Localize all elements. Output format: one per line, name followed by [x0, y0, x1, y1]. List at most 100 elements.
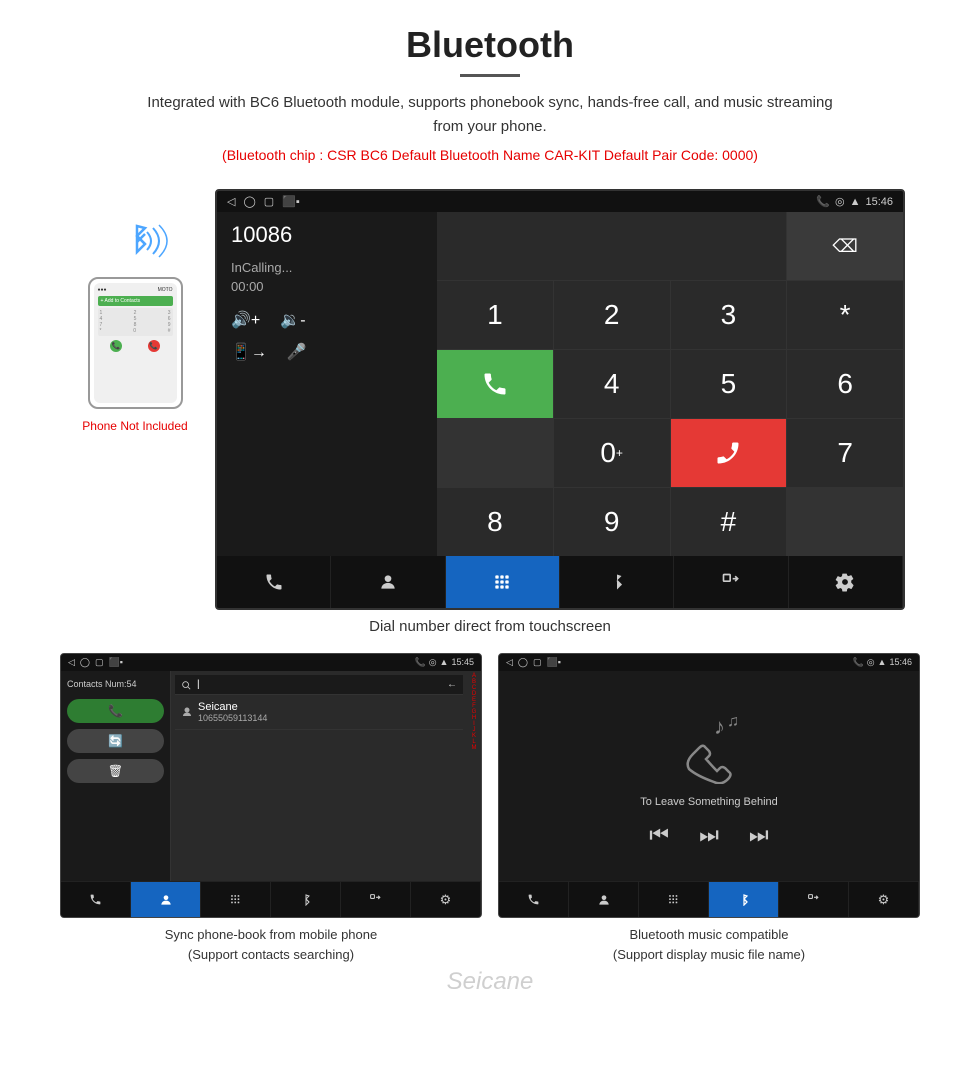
wifi-status-icon: ▲ [850, 196, 861, 208]
dialpad-key-0plus[interactable]: 0+ [554, 419, 670, 487]
dialpad-area: 10086 InCalling... 00:00 🔊+ 🔉- 📱→ 🎤 ⌫ 1 [217, 212, 903, 556]
music-back-icon: ◁ [506, 657, 513, 668]
dialpad-key-star[interactable]: * [787, 281, 903, 349]
main-car-screen: ◁ ◯ ▢ ⬛▪ 📞 ◎ ▲ 15:46 10086 InCalling... … [215, 189, 905, 610]
number-display-field [437, 212, 786, 280]
bottom-contacts-btn[interactable] [331, 556, 445, 608]
music-icon-area: ♪ ♫ [669, 714, 749, 784]
music-wifi-icon: ▲ [878, 657, 887, 668]
contacts-screen-wrap: ◁ ◯ ▢ ⬛▪ 📞 ◎ ▲ 15:45 Contacts Num:54 📞 [60, 653, 482, 964]
contacts-bottom-dialpad[interactable] [201, 882, 271, 917]
svg-text:♪: ♪ [714, 714, 725, 739]
home-nav-icon: ◯ [243, 195, 255, 208]
contacts-time: 15:45 [451, 657, 474, 668]
music-playback-controls: ⏮ ⏭ ⏭ [649, 822, 768, 848]
bottom-transfer-btn[interactable] [674, 556, 788, 608]
play-pause-button[interactable]: ⏭ [699, 822, 719, 848]
phone-status-icon: 📞 [816, 195, 830, 208]
contacts-back-icon: ◁ [68, 657, 75, 668]
volume-up-button[interactable]: 🔊+ [231, 310, 260, 330]
status-left: ◁ ◯ ▢ ⬛▪ [227, 195, 300, 208]
contacts-phone-icon: 📞 [414, 657, 425, 668]
contacts-search-bar: | ← [175, 675, 463, 695]
car-bottom-bar [217, 556, 903, 608]
seicane-watermark: Seicane [0, 964, 980, 1004]
contacts-car-screen: ◁ ◯ ▢ ⬛▪ 📞 ◎ ▲ 15:45 Contacts Num:54 📞 [60, 653, 482, 918]
main-caption: Dial number direct from touchscreen [0, 610, 980, 649]
end-call-button[interactable] [671, 419, 787, 487]
music-home-icon: ◯ [518, 657, 528, 668]
mute-button[interactable]: 🎤 [287, 342, 307, 362]
music-bottom-transfer[interactable] [779, 882, 849, 917]
search-cursor: | [197, 679, 200, 690]
call-button[interactable] [437, 350, 553, 418]
contacts-bottom-transfer[interactable] [341, 882, 411, 917]
music-time: 15:46 [889, 657, 912, 668]
music-caption: Bluetooth music compatible (Support disp… [613, 925, 805, 964]
dialpad-key-6[interactable]: 6 [787, 350, 903, 418]
contacts-bottom-settings[interactable]: ⚙ [411, 882, 481, 917]
page-specs: (Bluetooth chip : CSR BC6 Default Blueto… [40, 147, 940, 163]
contacts-wifi-icon: ▲ [440, 657, 449, 668]
dialpad-key-5[interactable]: 5 [671, 350, 787, 418]
contacts-notif-icon: ⬛▪ [109, 657, 123, 668]
recents-nav-icon: ▢ [264, 195, 274, 208]
contacts-status-bar: ◁ ◯ ▢ ⬛▪ 📞 ◎ ▲ 15:45 [61, 654, 481, 671]
bottom-dialpad-btn[interactable] [446, 556, 560, 608]
contacts-bottom-contacts[interactable] [131, 882, 201, 917]
music-bottom-dialpad[interactable] [639, 882, 709, 917]
phone-not-included-label: Phone Not Included [82, 419, 187, 433]
music-recents-icon: ▢ [533, 657, 542, 668]
next-track-button[interactable]: ⏭ [749, 822, 769, 848]
volume-down-button[interactable]: 🔉- [280, 310, 305, 330]
main-section: ●●●MOTO + Add to Contacts 123 456 789 *0… [0, 179, 980, 610]
dialpad-key-9[interactable]: 9 [554, 488, 670, 556]
contacts-bottom-bluetooth[interactable] [271, 882, 341, 917]
music-loc-icon: ◎ [867, 657, 875, 668]
transfer-call-button[interactable]: 📱→ [231, 342, 267, 362]
contacts-list-item[interactable]: Seicane 10655059113144 [175, 695, 463, 730]
dialpad-key-8[interactable]: 8 [437, 488, 553, 556]
contacts-list: | ← Seicane 10655059113144 [171, 671, 467, 881]
bottom-bluetooth-btn[interactable] [560, 556, 674, 608]
music-song-title: To Leave Something Behind [640, 796, 778, 808]
delete-contact-button[interactable]: 🗑 [67, 759, 164, 783]
call-contact-button[interactable]: 📞 [67, 699, 164, 723]
contact-number: 10655059113144 [198, 713, 267, 723]
search-backspace-icon: ← [447, 679, 457, 690]
music-bottom-contacts[interactable] [569, 882, 639, 917]
contact-name: Seicane [198, 701, 267, 713]
contacts-alphabet-index: ABCD EFGH IJKL M [467, 671, 481, 881]
music-bottom-settings[interactable]: ⚙ [849, 882, 919, 917]
music-bottom-phone[interactable] [499, 882, 569, 917]
sync-contacts-button[interactable]: 🔄 [67, 729, 164, 753]
dialpad-key-3[interactable]: 3 [671, 281, 787, 349]
music-bottom-bluetooth[interactable] [709, 882, 779, 917]
dialpad-key-7[interactable]: 7 [787, 419, 903, 487]
dialpad-key-4[interactable]: 4 [554, 350, 670, 418]
dialpad-grid: ⌫ 1 2 3 * 4 5 6 0+ 7 8 9 # [437, 212, 903, 556]
music-screen-body: ♪ ♫ To Leave Something Behind ⏮ ⏭ ⏭ [499, 671, 919, 881]
bottom-phone-btn[interactable] [217, 556, 331, 608]
contacts-screen-body: Contacts Num:54 📞 🔄 🗑 | ← [61, 671, 481, 881]
contacts-left-panel: Contacts Num:54 📞 🔄 🗑 [61, 671, 171, 881]
volume-controls: 🔊+ 🔉- [231, 310, 423, 330]
dialpad-key-hash[interactable]: # [671, 488, 787, 556]
action-controls: 📱→ 🎤 [231, 342, 423, 362]
backspace-button[interactable]: ⌫ [787, 212, 903, 280]
page-description: Integrated with BC6 Bluetooth module, su… [140, 91, 840, 139]
phone-mockup: ●●●MOTO + Add to Contacts 123 456 789 *0… [88, 277, 183, 409]
contacts-bottom-phone[interactable] [61, 882, 131, 917]
back-nav-icon: ◁ [227, 195, 235, 208]
page-header: Bluetooth Integrated with BC6 Bluetooth … [0, 0, 980, 179]
dialpad-key-1[interactable]: 1 [437, 281, 553, 349]
music-phone-icon: 📞 [852, 657, 863, 668]
dialpad-key-2[interactable]: 2 [554, 281, 670, 349]
call-timer: 00:00 [231, 279, 423, 294]
prev-track-button[interactable]: ⏮ [649, 822, 669, 848]
notification-icon: ⬛▪ [282, 195, 300, 208]
location-status-icon: ◎ [835, 195, 845, 208]
bottom-settings-btn[interactable] [789, 556, 903, 608]
dialed-number: 10086 [231, 222, 423, 248]
call-status: InCalling... [231, 260, 423, 275]
